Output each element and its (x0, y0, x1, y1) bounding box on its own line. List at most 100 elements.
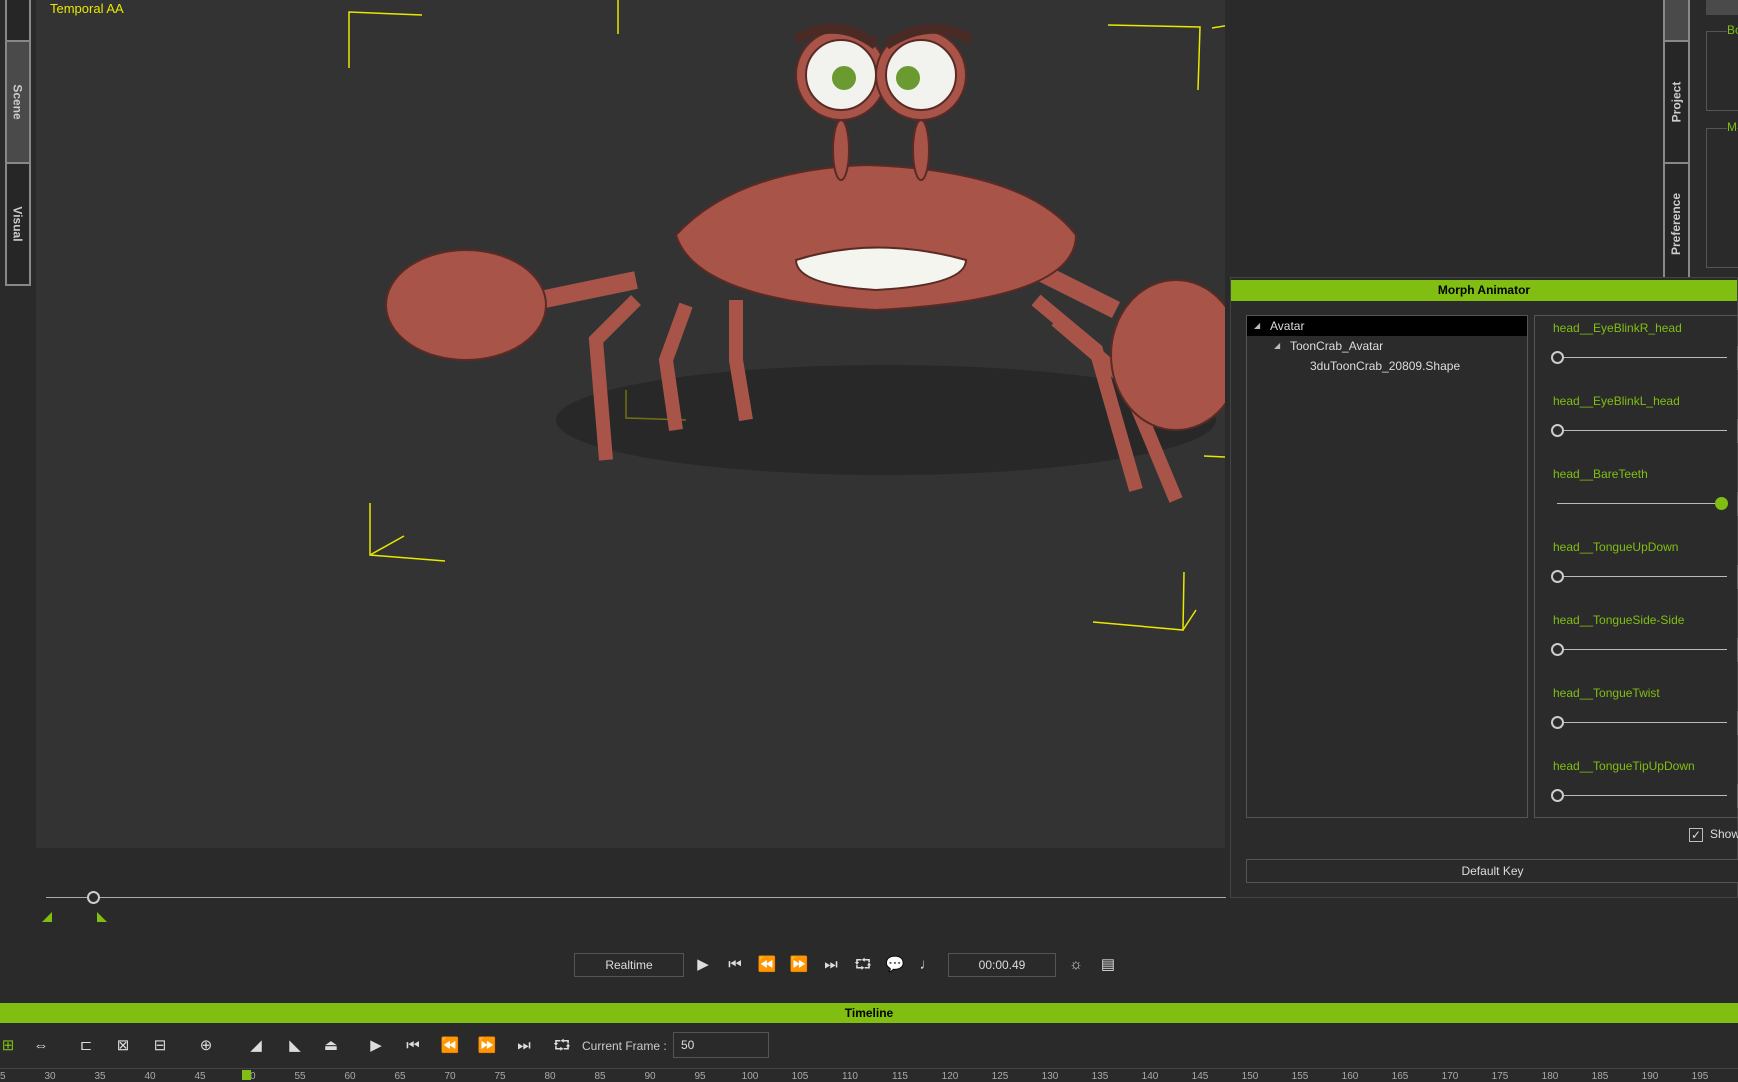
tl-forward-icon[interactable]: ⏩ (475, 1035, 499, 1057)
morph-slider-track[interactable] (1557, 795, 1727, 796)
timeline-title: Timeline (0, 1003, 1738, 1023)
expand-icon[interactable]: ◢ (1254, 316, 1260, 336)
morph-slider-handle[interactable] (1551, 351, 1564, 364)
minimize-button[interactable] (1706, 0, 1738, 15)
show-checkbox[interactable]: ✓ (1689, 828, 1703, 842)
morph-slider-handle[interactable] (1551, 789, 1564, 802)
tree-item-shape[interactable]: 3duToonCrab_20809.Shape (1247, 356, 1527, 376)
tl-skip-start-icon[interactable]: ⏮ (401, 1035, 425, 1057)
split-icon[interactable]: ⊟ (148, 1035, 172, 1057)
morph-slider-handle[interactable] (1551, 643, 1564, 656)
ruler-divider (0, 1068, 1738, 1069)
export-icon[interactable]: ⏏ (319, 1035, 343, 1057)
default-key-button[interactable]: Default Key (1246, 859, 1738, 883)
ruler-tick-label: 60 (344, 1071, 356, 1082)
tab-top-cut[interactable] (5, 0, 31, 42)
morph-label: head__TongueTwist (1553, 686, 1660, 700)
ruler-tick-label: 155 (1291, 1071, 1309, 1082)
frame-slider-track[interactable] (46, 897, 1226, 898)
ruler-tick-label: 170 (1441, 1071, 1459, 1082)
music-note-icon[interactable]: ♩ (915, 954, 939, 976)
ruler-tick-label: 125 (991, 1071, 1009, 1082)
range-start-marker[interactable] (42, 912, 52, 922)
skip-to-start-icon[interactable]: ⏮ (723, 954, 747, 976)
morph-slider-track[interactable] (1557, 576, 1727, 577)
morph-slider-track[interactable] (1557, 357, 1727, 358)
ruler-tick-label: 80 (544, 1071, 556, 1082)
time-display[interactable]: 00:00.49 (948, 953, 1056, 977)
morph-slider-track[interactable] (1557, 430, 1727, 431)
show-label: Show (1710, 827, 1738, 841)
tl-play-icon[interactable]: ▶ (364, 1035, 388, 1057)
current-frame-input[interactable]: 50 (673, 1032, 769, 1058)
tab-top-right[interactable] (1663, 0, 1690, 42)
ruler-tick-label: 140 (1141, 1071, 1159, 1082)
ruler-tick-label: 145 (1191, 1071, 1209, 1082)
morph-slider-handle[interactable] (1551, 424, 1564, 437)
morph-item: head__TongueUpDown (1535, 535, 1738, 608)
skip-to-end-icon[interactable]: ⏭ (819, 954, 843, 976)
tl-rewind-icon[interactable]: ⏪ (438, 1035, 462, 1057)
panel-title: Morph Animator (1231, 280, 1737, 301)
expand-icon[interactable]: ◢ (1274, 336, 1280, 356)
morph-slider-handle[interactable] (1715, 497, 1728, 510)
tl-loop-icon[interactable]: ⮔ (550, 1035, 574, 1057)
fit-icon[interactable]: ⇔ (29, 1035, 53, 1057)
ruler-tick-label: 135 (1091, 1071, 1109, 1082)
remove-icon[interactable]: ⊠ (111, 1035, 135, 1057)
ruler-tick-label: 25 (0, 1071, 6, 1082)
add-key-icon[interactable]: ⊞ (0, 1035, 20, 1057)
subtitle-icon[interactable]: 💬 (883, 954, 907, 976)
ruler-tick-label: 120 (941, 1071, 959, 1082)
ruler-tick-label: 40 (144, 1071, 156, 1082)
3d-viewport[interactable]: Temporal AA (36, 0, 1225, 848)
tree-item-avatar[interactable]: ◢ Avatar (1247, 316, 1527, 336)
loop-icon[interactable]: ⮔ (851, 954, 875, 976)
panel-layout-icon[interactable]: ▤ (1096, 954, 1120, 976)
morph-label: head__TongueSide-Side (1553, 613, 1685, 627)
tab-preference[interactable]: Preference (1663, 164, 1690, 286)
morph-item: head__BareTeeth (1535, 462, 1738, 535)
play-icon[interactable]: ▶ (691, 954, 715, 976)
morph-animator-panel: Morph Animator ◢ Avatar ◢ ToonCrab_Avatar … (1230, 277, 1738, 898)
ruler-tick-label: 90 (644, 1071, 656, 1082)
tree-item-tooncrab-avatar[interactable]: ◢ ToonCrab_Avatar (1247, 336, 1527, 356)
realtime-dropdown[interactable]: Realtime (574, 953, 684, 977)
morph-tree: ◢ Avatar ◢ ToonCrab_Avatar 3duToonCrab_208… (1246, 315, 1528, 818)
ruler-tick-label: 70 (444, 1071, 456, 1082)
rewind-icon[interactable]: ⏪ (755, 954, 779, 976)
align-left-icon[interactable]: ◢ (244, 1035, 268, 1057)
ruler-tick-label: 165 (1391, 1071, 1409, 1082)
tab-scene[interactable]: Scene (5, 42, 31, 164)
morph-label: head__TongueUpDown (1553, 540, 1679, 554)
morph-slider-list: head__EyeBlinkR_head head__EyeBlinkL_hea… (1534, 315, 1738, 818)
zoom-icon[interactable]: ⊕ (194, 1035, 218, 1057)
frame-slider-handle[interactable] (87, 891, 100, 904)
range-end-marker[interactable] (97, 912, 107, 922)
morph-item: head__TongueTipUpDown (1535, 754, 1738, 827)
current-frame-label: Current Frame : (582, 1039, 667, 1053)
fast-forward-icon[interactable]: ⏩ (787, 954, 811, 976)
playhead[interactable] (242, 1070, 251, 1080)
ruler-tick-label: 105 (791, 1071, 809, 1082)
insert-icon[interactable]: ⊏ (74, 1035, 98, 1057)
morph-slider-handle[interactable] (1551, 570, 1564, 583)
ruler-tick-label: 85 (594, 1071, 606, 1082)
morph-slider-track[interactable] (1557, 503, 1727, 504)
morph-item: head__EyeBlinkR_head (1535, 316, 1738, 389)
morph-label: head__BareTeeth (1553, 467, 1648, 481)
tl-skip-end-icon[interactable]: ⏭ (512, 1035, 536, 1057)
morph-slider-track[interactable] (1557, 649, 1727, 650)
morph-slider-handle[interactable] (1551, 716, 1564, 729)
ruler-tick-label: 30 (44, 1071, 56, 1082)
morph-slider-track[interactable] (1557, 722, 1727, 723)
align-right-icon[interactable]: ◣ (283, 1035, 307, 1057)
tab-project[interactable]: Project (1663, 42, 1690, 164)
morph-item: head__TongueTwist (1535, 681, 1738, 754)
ruler-tick-label: 110 (842, 1071, 858, 1082)
tab-visual[interactable]: Visual (5, 164, 31, 286)
ruler-tick-label: 65 (394, 1071, 406, 1082)
ruler-tick-label: 95 (694, 1071, 706, 1082)
morph-item: head__EyeBlinkL_head (1535, 389, 1738, 462)
brightness-icon[interactable]: ☼ (1064, 954, 1088, 976)
